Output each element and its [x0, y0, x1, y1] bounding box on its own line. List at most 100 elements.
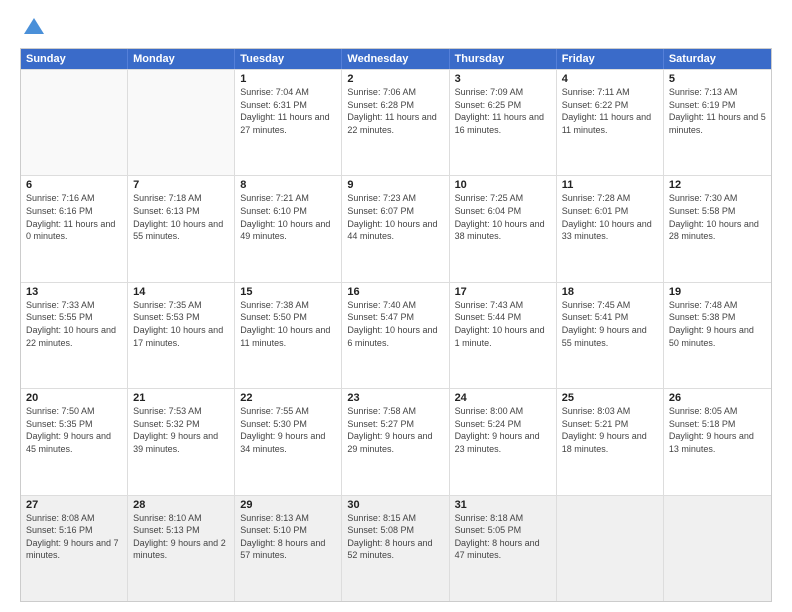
- cell-info-text: Sunrise: 8:15 AM Sunset: 5:08 PM Dayligh…: [347, 512, 443, 562]
- calendar-cell: 27Sunrise: 8:08 AM Sunset: 5:16 PM Dayli…: [21, 496, 128, 601]
- cell-date-number: 13: [26, 286, 122, 298]
- cell-info-text: Sunrise: 7:06 AM Sunset: 6:28 PM Dayligh…: [347, 86, 443, 136]
- calendar-cell: 8Sunrise: 7:21 AM Sunset: 6:10 PM Daylig…: [235, 176, 342, 281]
- cell-info-text: Sunrise: 7:25 AM Sunset: 6:04 PM Dayligh…: [455, 192, 551, 242]
- calendar-cell: 16Sunrise: 7:40 AM Sunset: 5:47 PM Dayli…: [342, 283, 449, 388]
- cell-date-number: 21: [133, 392, 229, 404]
- cell-info-text: Sunrise: 7:16 AM Sunset: 6:16 PM Dayligh…: [26, 192, 122, 242]
- calendar-day-header: Sunday: [21, 49, 128, 69]
- cell-info-text: Sunrise: 8:05 AM Sunset: 5:18 PM Dayligh…: [669, 405, 766, 455]
- calendar-cell: 3Sunrise: 7:09 AM Sunset: 6:25 PM Daylig…: [450, 70, 557, 175]
- cell-info-text: Sunrise: 7:45 AM Sunset: 5:41 PM Dayligh…: [562, 299, 658, 349]
- calendar-cell: 24Sunrise: 8:00 AM Sunset: 5:24 PM Dayli…: [450, 389, 557, 494]
- cell-date-number: 28: [133, 499, 229, 511]
- calendar-cell: [557, 496, 664, 601]
- calendar-cell: [21, 70, 128, 175]
- calendar-cell: 21Sunrise: 7:53 AM Sunset: 5:32 PM Dayli…: [128, 389, 235, 494]
- cell-info-text: Sunrise: 7:53 AM Sunset: 5:32 PM Dayligh…: [133, 405, 229, 455]
- calendar-cell: [664, 496, 771, 601]
- cell-date-number: 31: [455, 499, 551, 511]
- calendar-cell: 31Sunrise: 8:18 AM Sunset: 5:05 PM Dayli…: [450, 496, 557, 601]
- cell-date-number: 12: [669, 179, 766, 191]
- page: SundayMondayTuesdayWednesdayThursdayFrid…: [0, 0, 792, 612]
- calendar-week-row: 20Sunrise: 7:50 AM Sunset: 5:35 PM Dayli…: [21, 388, 771, 494]
- calendar-cell: 4Sunrise: 7:11 AM Sunset: 6:22 PM Daylig…: [557, 70, 664, 175]
- calendar-cell: 12Sunrise: 7:30 AM Sunset: 5:58 PM Dayli…: [664, 176, 771, 281]
- cell-info-text: Sunrise: 7:43 AM Sunset: 5:44 PM Dayligh…: [455, 299, 551, 349]
- calendar-cell: 30Sunrise: 8:15 AM Sunset: 5:08 PM Dayli…: [342, 496, 449, 601]
- cell-info-text: Sunrise: 7:04 AM Sunset: 6:31 PM Dayligh…: [240, 86, 336, 136]
- calendar-cell: 6Sunrise: 7:16 AM Sunset: 6:16 PM Daylig…: [21, 176, 128, 281]
- calendar-cell: 26Sunrise: 8:05 AM Sunset: 5:18 PM Dayli…: [664, 389, 771, 494]
- cell-info-text: Sunrise: 7:48 AM Sunset: 5:38 PM Dayligh…: [669, 299, 766, 349]
- calendar-cell: 22Sunrise: 7:55 AM Sunset: 5:30 PM Dayli…: [235, 389, 342, 494]
- cell-date-number: 7: [133, 179, 229, 191]
- calendar-cell: 18Sunrise: 7:45 AM Sunset: 5:41 PM Dayli…: [557, 283, 664, 388]
- calendar-week-row: 6Sunrise: 7:16 AM Sunset: 6:16 PM Daylig…: [21, 175, 771, 281]
- cell-date-number: 29: [240, 499, 336, 511]
- cell-date-number: 18: [562, 286, 658, 298]
- cell-date-number: 16: [347, 286, 443, 298]
- calendar-day-header: Wednesday: [342, 49, 449, 69]
- cell-info-text: Sunrise: 8:18 AM Sunset: 5:05 PM Dayligh…: [455, 512, 551, 562]
- cell-info-text: Sunrise: 7:21 AM Sunset: 6:10 PM Dayligh…: [240, 192, 336, 242]
- cell-date-number: 19: [669, 286, 766, 298]
- calendar-cell: 9Sunrise: 7:23 AM Sunset: 6:07 PM Daylig…: [342, 176, 449, 281]
- calendar-day-header: Friday: [557, 49, 664, 69]
- cell-info-text: Sunrise: 8:00 AM Sunset: 5:24 PM Dayligh…: [455, 405, 551, 455]
- logo: [20, 16, 46, 40]
- cell-date-number: 15: [240, 286, 336, 298]
- cell-date-number: 4: [562, 73, 658, 85]
- calendar-cell: 29Sunrise: 8:13 AM Sunset: 5:10 PM Dayli…: [235, 496, 342, 601]
- calendar-day-header: Thursday: [450, 49, 557, 69]
- calendar-cell: 20Sunrise: 7:50 AM Sunset: 5:35 PM Dayli…: [21, 389, 128, 494]
- calendar-cell: 5Sunrise: 7:13 AM Sunset: 6:19 PM Daylig…: [664, 70, 771, 175]
- cell-date-number: 2: [347, 73, 443, 85]
- cell-date-number: 22: [240, 392, 336, 404]
- calendar-cell: 19Sunrise: 7:48 AM Sunset: 5:38 PM Dayli…: [664, 283, 771, 388]
- calendar-cell: 14Sunrise: 7:35 AM Sunset: 5:53 PM Dayli…: [128, 283, 235, 388]
- cell-info-text: Sunrise: 8:08 AM Sunset: 5:16 PM Dayligh…: [26, 512, 122, 562]
- calendar-day-header: Saturday: [664, 49, 771, 69]
- cell-info-text: Sunrise: 8:13 AM Sunset: 5:10 PM Dayligh…: [240, 512, 336, 562]
- cell-date-number: 30: [347, 499, 443, 511]
- logo-icon: [22, 16, 46, 40]
- cell-info-text: Sunrise: 8:10 AM Sunset: 5:13 PM Dayligh…: [133, 512, 229, 562]
- cell-date-number: 6: [26, 179, 122, 191]
- calendar-body: 1Sunrise: 7:04 AM Sunset: 6:31 PM Daylig…: [21, 69, 771, 601]
- cell-info-text: Sunrise: 7:40 AM Sunset: 5:47 PM Dayligh…: [347, 299, 443, 349]
- cell-info-text: Sunrise: 7:18 AM Sunset: 6:13 PM Dayligh…: [133, 192, 229, 242]
- header: [20, 16, 772, 40]
- cell-date-number: 9: [347, 179, 443, 191]
- cell-info-text: Sunrise: 7:11 AM Sunset: 6:22 PM Dayligh…: [562, 86, 658, 136]
- cell-date-number: 8: [240, 179, 336, 191]
- cell-info-text: Sunrise: 7:13 AM Sunset: 6:19 PM Dayligh…: [669, 86, 766, 136]
- calendar-week-row: 13Sunrise: 7:33 AM Sunset: 5:55 PM Dayli…: [21, 282, 771, 388]
- cell-info-text: Sunrise: 7:58 AM Sunset: 5:27 PM Dayligh…: [347, 405, 443, 455]
- cell-info-text: Sunrise: 7:38 AM Sunset: 5:50 PM Dayligh…: [240, 299, 336, 349]
- cell-date-number: 26: [669, 392, 766, 404]
- cell-date-number: 24: [455, 392, 551, 404]
- calendar-cell: 15Sunrise: 7:38 AM Sunset: 5:50 PM Dayli…: [235, 283, 342, 388]
- cell-info-text: Sunrise: 7:30 AM Sunset: 5:58 PM Dayligh…: [669, 192, 766, 242]
- calendar-day-header: Monday: [128, 49, 235, 69]
- calendar-cell: 10Sunrise: 7:25 AM Sunset: 6:04 PM Dayli…: [450, 176, 557, 281]
- cell-info-text: Sunrise: 7:33 AM Sunset: 5:55 PM Dayligh…: [26, 299, 122, 349]
- calendar-week-row: 1Sunrise: 7:04 AM Sunset: 6:31 PM Daylig…: [21, 69, 771, 175]
- calendar-cell: 17Sunrise: 7:43 AM Sunset: 5:44 PM Dayli…: [450, 283, 557, 388]
- cell-date-number: 17: [455, 286, 551, 298]
- cell-info-text: Sunrise: 7:28 AM Sunset: 6:01 PM Dayligh…: [562, 192, 658, 242]
- cell-date-number: 27: [26, 499, 122, 511]
- cell-date-number: 1: [240, 73, 336, 85]
- cell-date-number: 25: [562, 392, 658, 404]
- cell-info-text: Sunrise: 7:55 AM Sunset: 5:30 PM Dayligh…: [240, 405, 336, 455]
- cell-date-number: 11: [562, 179, 658, 191]
- calendar-cell: 25Sunrise: 8:03 AM Sunset: 5:21 PM Dayli…: [557, 389, 664, 494]
- cell-info-text: Sunrise: 7:23 AM Sunset: 6:07 PM Dayligh…: [347, 192, 443, 242]
- calendar: SundayMondayTuesdayWednesdayThursdayFrid…: [20, 48, 772, 602]
- cell-date-number: 10: [455, 179, 551, 191]
- cell-date-number: 3: [455, 73, 551, 85]
- calendar-cell: 2Sunrise: 7:06 AM Sunset: 6:28 PM Daylig…: [342, 70, 449, 175]
- cell-info-text: Sunrise: 7:50 AM Sunset: 5:35 PM Dayligh…: [26, 405, 122, 455]
- cell-info-text: Sunrise: 8:03 AM Sunset: 5:21 PM Dayligh…: [562, 405, 658, 455]
